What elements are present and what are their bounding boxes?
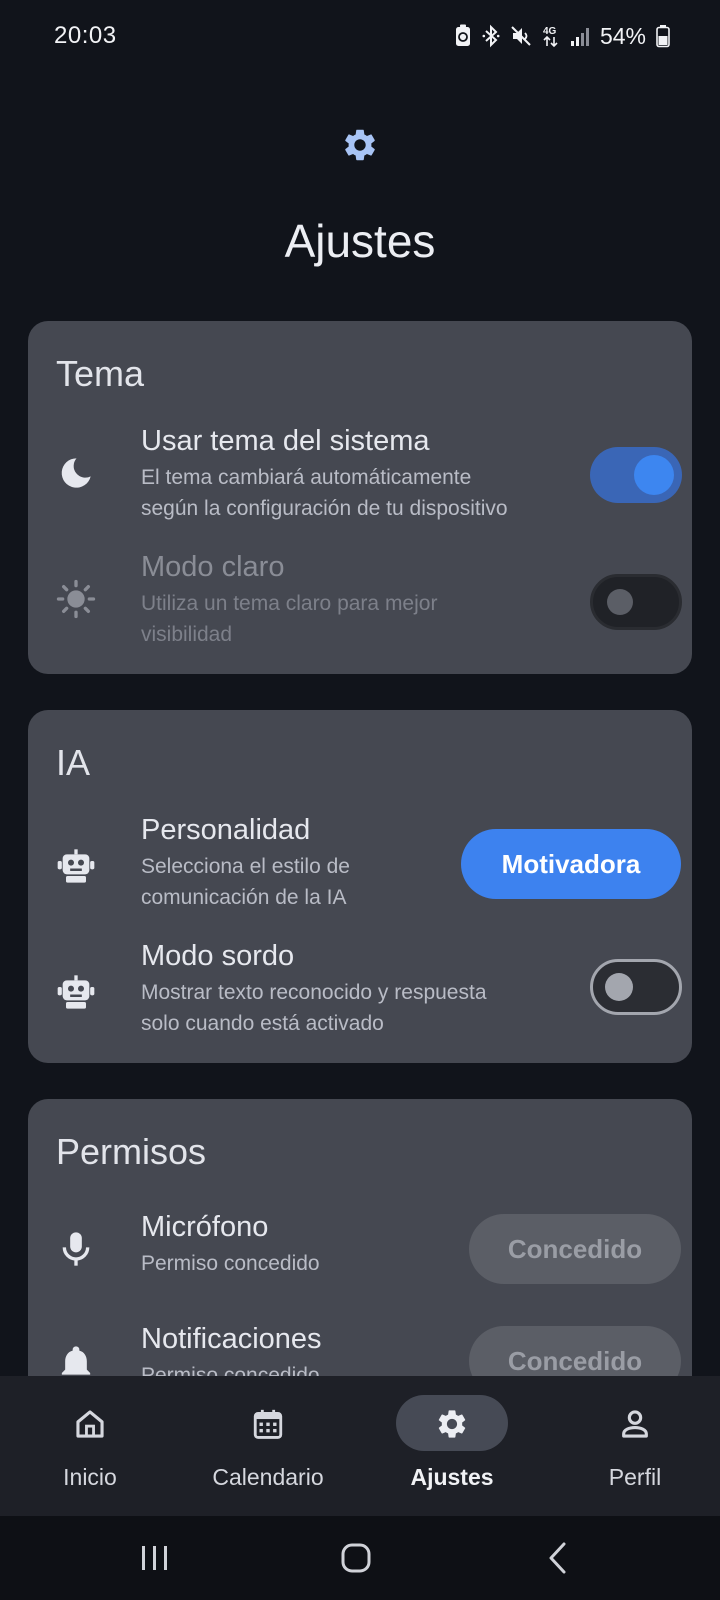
personality-select-button[interactable]: Motivadora	[461, 829, 681, 899]
setting-description-line: El tema cambiará automáticamente	[141, 466, 472, 489]
gear-icon	[345, 129, 375, 161]
settings-scroll-area[interactable]: Tema Usar tema del sistema El tema cambi…	[0, 300, 720, 1376]
nav-item-perfil[interactable]: Perfil	[545, 1376, 720, 1516]
bell-icon	[61, 1346, 91, 1376]
setting-row-microphone: Micrófono Permiso concedido Concedido	[56, 1211, 681, 1291]
setting-description: Selecciona el estilo de comunicación de …	[141, 851, 461, 913]
moon-icon	[61, 458, 91, 488]
status-time: 20:03	[54, 22, 117, 49]
card-tema: Tema Usar tema del sistema El tema cambi…	[28, 321, 692, 674]
microphone-icon	[62, 1232, 90, 1266]
system-nav-bar	[0, 1516, 720, 1600]
setting-description-line: Selecciona el estilo de	[141, 855, 350, 878]
mute-icon	[511, 26, 531, 46]
battery-percent: 54%	[599, 22, 646, 49]
setting-row-deaf-mode[interactable]: Modo sordo Mostrar texto reconocido y re…	[56, 940, 682, 1040]
deaf-mode-toggle[interactable]	[590, 959, 682, 1015]
status-bar: 20:03 4G 54%	[0, 0, 720, 72]
signal-icon	[570, 28, 589, 46]
setting-row-notifications: Notificaciones Permiso concedido Concedi…	[56, 1323, 681, 1376]
back-icon[interactable]	[537, 1538, 581, 1578]
setting-title: Personalidad	[141, 814, 311, 846]
gear-icon	[438, 1410, 466, 1438]
setting-title: Micrófono	[141, 1211, 269, 1243]
nav-label: Ajustes	[410, 1464, 494, 1490]
setting-description: Mostrar texto reconocido y respuesta sol…	[141, 977, 581, 1039]
recents-icon[interactable]	[133, 1538, 177, 1578]
nav-item-calendario[interactable]: Calendario	[178, 1376, 358, 1516]
toggle-knob	[607, 589, 633, 615]
section-title-ia: IA	[56, 742, 91, 783]
battery-saver-icon	[455, 24, 470, 46]
card-permisos: Permisos Micrófono Permiso concedido Con…	[28, 1099, 692, 1376]
bluetooth-icon	[482, 24, 500, 48]
notifications-permission-button[interactable]: Concedido	[469, 1326, 681, 1376]
setting-description-line: según la configuración de tu dispositivo	[141, 497, 508, 520]
microphone-permission-button[interactable]: Concedido	[469, 1214, 681, 1284]
sun-icon	[56, 579, 96, 619]
battery-icon	[656, 25, 670, 48]
setting-description-line: Mostrar texto reconocido y respuesta	[141, 981, 487, 1004]
page-title: Ajustes	[284, 215, 436, 267]
setting-title: Modo claro	[141, 551, 285, 583]
nav-label: Calendario	[212, 1464, 324, 1490]
setting-description-line: solo cuando está activado	[141, 1012, 384, 1035]
setting-row-personality[interactable]: Personalidad Selecciona el estilo de com…	[56, 814, 681, 914]
nav-item-ajustes[interactable]: Ajustes	[362, 1376, 542, 1516]
calendar-icon	[253, 1409, 283, 1439]
nav-label: Perfil	[608, 1464, 662, 1490]
system-theme-toggle[interactable]	[590, 447, 682, 503]
card-ia: IA Personalidad Selecciona el estilo de …	[28, 710, 692, 1063]
setting-row-system-theme[interactable]: Usar tema del sistema El tema cambiará a…	[56, 425, 682, 525]
home-circle-icon[interactable]	[334, 1538, 378, 1578]
section-title-tema: Tema	[56, 353, 145, 394]
network-4g-icon: 4G	[543, 26, 558, 48]
setting-row-light-mode[interactable]: Modo claro Utiliza un tema claro para me…	[56, 551, 682, 651]
nav-item-inicio[interactable]: Inicio	[0, 1376, 180, 1516]
setting-description-line: Utiliza un tema claro para mejor	[141, 592, 438, 615]
status-icons: 4G 54%	[454, 22, 670, 50]
setting-title: Usar tema del sistema	[141, 425, 430, 457]
section-title-permisos: Permisos	[56, 1131, 207, 1172]
setting-description: Utiliza un tema claro para mejor visibil…	[141, 588, 561, 650]
setting-description-line: comunicación de la IA	[141, 886, 347, 909]
setting-description: El tema cambiará automáticamente según l…	[141, 462, 581, 524]
light-mode-toggle[interactable]	[590, 574, 682, 630]
setting-description-line: visibilidad	[141, 623, 233, 646]
svg-text:4G: 4G	[543, 26, 557, 37]
robot-icon	[57, 849, 95, 883]
person-icon	[622, 1410, 648, 1438]
robot-icon	[57, 975, 95, 1009]
home-icon	[76, 1410, 104, 1438]
toggle-knob	[605, 973, 633, 1001]
nav-label: Inicio	[63, 1464, 117, 1490]
setting-title: Modo sordo	[141, 940, 295, 972]
toggle-knob	[634, 455, 674, 495]
setting-title: Notificaciones	[141, 1323, 322, 1355]
bottom-nav: Inicio Calendario Ajustes Perfil	[0, 1376, 720, 1516]
